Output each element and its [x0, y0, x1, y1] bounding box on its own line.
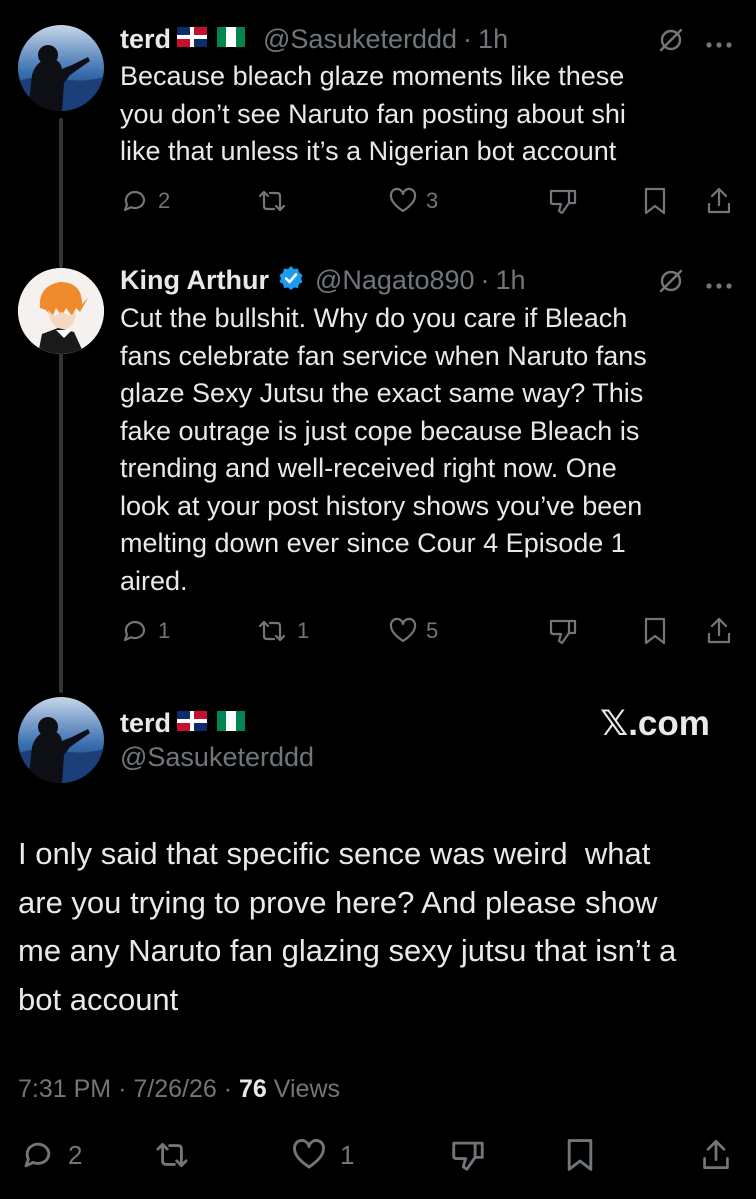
- handle[interactable]: @Nagato890: [315, 265, 475, 296]
- text-line: look at your post history shows you’ve b…: [120, 490, 643, 521]
- text-line: melting down ever since Cour 4 Episode 1: [120, 528, 626, 558]
- text-line: are you trying to prove here? And please…: [18, 884, 658, 920]
- text-line: bot account: [18, 981, 179, 1017]
- handle[interactable]: @Sasuketerddd: [263, 24, 457, 55]
- avatar[interactable]: [18, 268, 104, 354]
- reply-button[interactable]: 2: [120, 186, 170, 216]
- reply-button[interactable]: 1: [120, 616, 170, 646]
- bookmark-button[interactable]: [642, 616, 668, 646]
- thumbs-down-icon: [549, 619, 577, 645]
- tweet-header: terd: [120, 706, 246, 740]
- views-label: Views: [273, 1075, 341, 1103]
- thumbs-down-icon: [549, 189, 577, 215]
- tweet-header: terd @Sasuketerddd · 1h: [120, 22, 508, 56]
- text-line: Cut the bullshit. Why do you care if Ble…: [120, 303, 628, 333]
- reply-count: 1: [158, 618, 171, 643]
- avatar[interactable]: [18, 697, 104, 783]
- share-icon: [707, 187, 731, 214]
- bookmark-icon: [644, 187, 666, 215]
- share-button[interactable]: [700, 1137, 732, 1173]
- dislike-button[interactable]: [547, 186, 579, 216]
- like-button[interactable]: 5: [388, 616, 438, 646]
- text-line: I only said that specific sence was weir…: [18, 836, 651, 871]
- timestamp[interactable]: 1h: [496, 265, 526, 296]
- like-button[interactable]: 3: [388, 186, 438, 216]
- dominican-republic-flag-icon: [177, 26, 208, 52]
- nigeria-flag-icon: [217, 710, 246, 736]
- repost-button[interactable]: [152, 1137, 192, 1173]
- repost-icon: [258, 620, 286, 642]
- separator: ·: [223, 1075, 233, 1103]
- text-line: fake outrage is just cope because Bleach…: [120, 415, 640, 446]
- tweet-text: I only said that specific sence was weir…: [18, 830, 743, 1024]
- repost-button[interactable]: 1: [255, 616, 309, 646]
- text-line: trending and well-received right now. On…: [120, 453, 617, 483]
- timestamp[interactable]: 1h: [478, 24, 508, 55]
- text-line: aired.: [120, 565, 188, 596]
- dominican-republic-flag-icon: [177, 710, 208, 736]
- more-options-icon[interactable]: [705, 277, 733, 295]
- text-line: fans celebrate fan service when Naruto f…: [120, 340, 647, 371]
- repost-icon: [156, 1142, 188, 1167]
- share-icon: [703, 1139, 729, 1169]
- more-options-icon[interactable]: [705, 36, 733, 54]
- heart-icon: [389, 187, 417, 213]
- repost-count: 1: [297, 618, 310, 643]
- bookmark-icon: [567, 1139, 593, 1171]
- like-count: 1: [340, 1139, 355, 1170]
- grok-icon[interactable]: [656, 266, 686, 301]
- like-count: 5: [426, 618, 439, 643]
- post-date[interactable]: 7/26/26: [133, 1075, 216, 1103]
- share-icon: [707, 617, 731, 644]
- repost-button[interactable]: [255, 186, 297, 216]
- dislike-button[interactable]: [547, 616, 579, 646]
- text-line: glaze Sexy Jutsu the exact same way? Thi…: [120, 378, 644, 408]
- post-time[interactable]: 7:31 PM: [18, 1075, 111, 1103]
- separator: ·: [480, 264, 490, 295]
- verified-badge-icon: [277, 264, 305, 297]
- bookmark-button[interactable]: [564, 1137, 596, 1173]
- tweet-text: Cut the bullshit. Why do you care if Ble…: [120, 300, 745, 600]
- x-watermark: 𝕏.com: [600, 704, 710, 743]
- grok-icon[interactable]: [656, 25, 686, 60]
- repost-icon: [258, 190, 286, 212]
- display-name[interactable]: terd: [120, 24, 171, 55]
- heart-icon: [293, 1139, 325, 1169]
- dislike-button[interactable]: [449, 1137, 487, 1173]
- text-line: you don’t see Naruto fan posting about s…: [120, 98, 626, 129]
- bookmark-icon: [644, 617, 666, 645]
- thread-connector: [59, 350, 63, 693]
- text-line: me any Naruto fan glazing sexy jutsu tha…: [18, 933, 677, 968]
- reply-count: 2: [68, 1139, 83, 1170]
- like-count: 3: [426, 188, 439, 213]
- reply-button[interactable]: 2: [20, 1137, 82, 1173]
- separator: ·: [463, 23, 473, 54]
- share-button[interactable]: [705, 616, 733, 646]
- handle[interactable]: @Sasuketerddd: [120, 742, 314, 773]
- bookmark-button[interactable]: [642, 186, 668, 216]
- like-button[interactable]: 1: [290, 1137, 354, 1173]
- nigeria-flag-icon: [217, 26, 246, 52]
- display-name[interactable]: terd: [120, 708, 171, 739]
- reply-icon: [123, 620, 146, 642]
- reply-icon: [24, 1142, 51, 1168]
- tweet-text: Because bleach glaze moments like these …: [120, 58, 740, 171]
- share-button[interactable]: [705, 186, 733, 216]
- thumbs-down-icon: [452, 1141, 484, 1171]
- reply-count: 2: [158, 188, 171, 213]
- views-count: 76: [239, 1075, 267, 1103]
- separator: ·: [118, 1075, 127, 1103]
- avatar[interactable]: [18, 25, 104, 111]
- heart-icon: [389, 617, 417, 643]
- thread-connector: [59, 118, 63, 268]
- tweet-header: King Arthur @Nagato890 · 1h: [120, 263, 526, 297]
- tweet-meta: 7:31 PM · 7/26/26 · 76 Views: [18, 1075, 340, 1104]
- reply-icon: [123, 190, 146, 212]
- text-line: like that unless it’s a Nigerian bot acc…: [120, 136, 617, 166]
- display-name[interactable]: King Arthur: [120, 265, 269, 296]
- text-line: Because bleach glaze moments like these: [120, 61, 625, 91]
